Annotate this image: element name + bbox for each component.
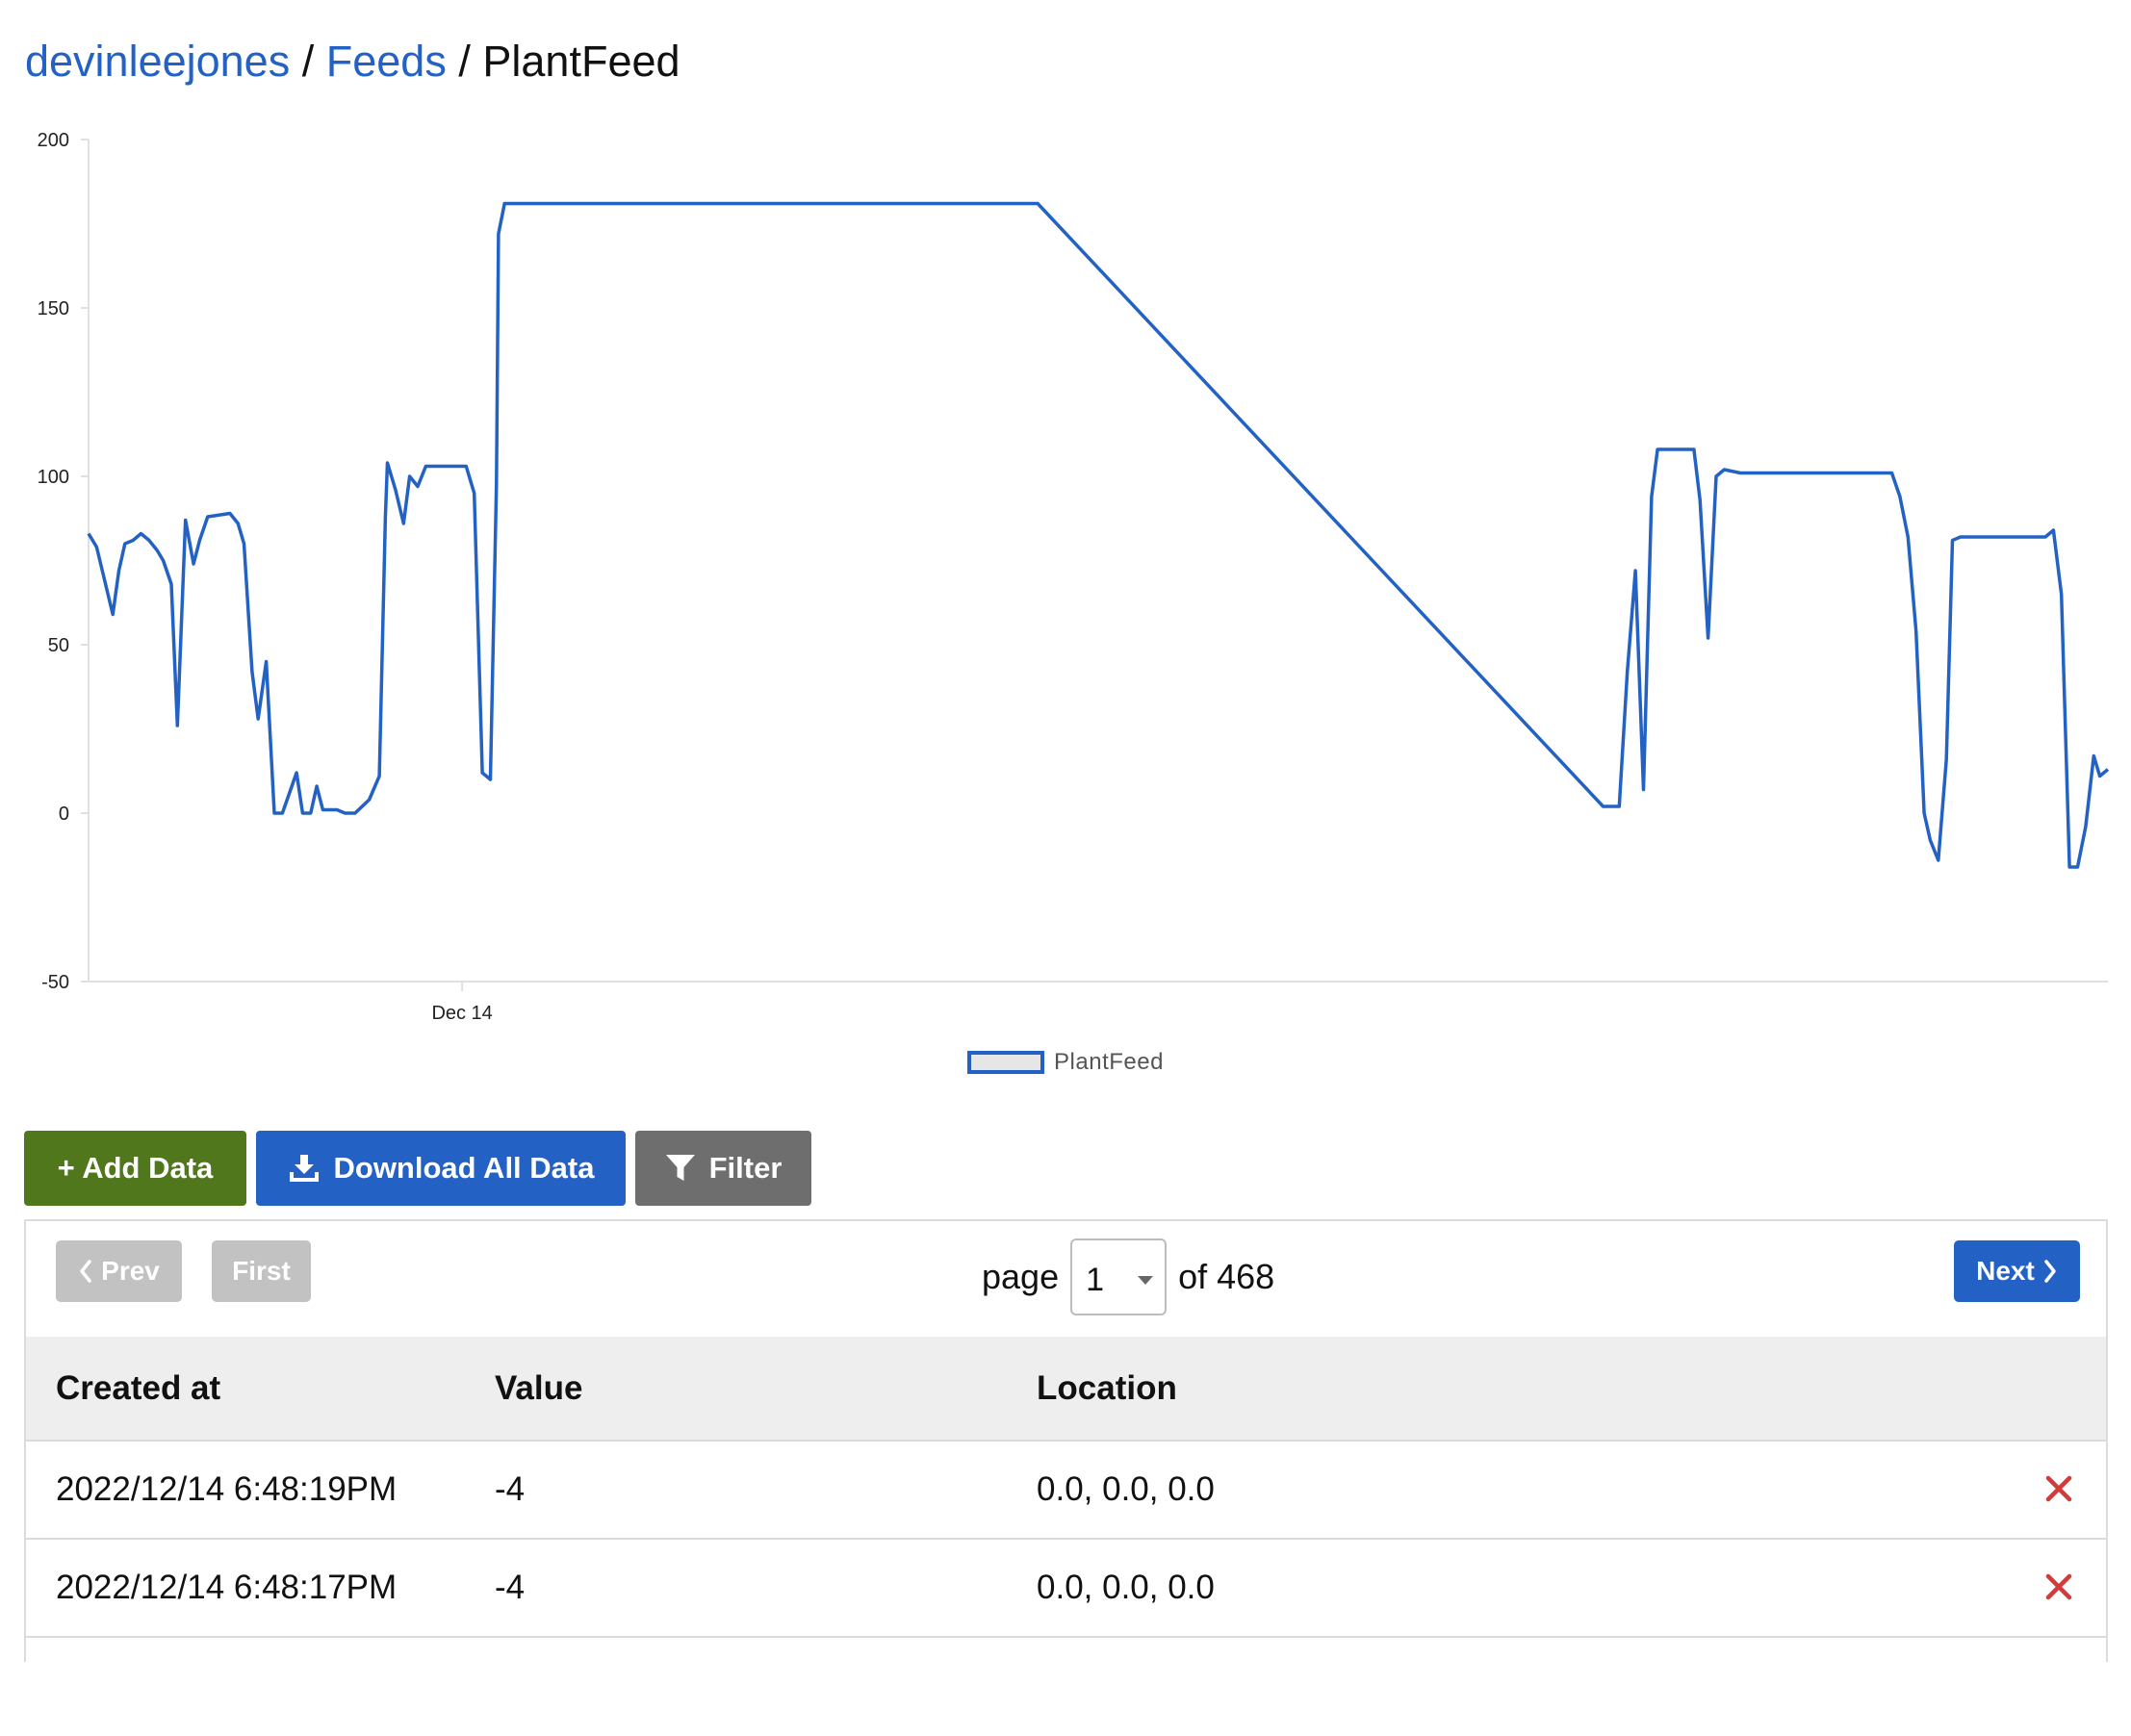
series-line-plantfeed — [87, 201, 2110, 869]
download-all-data-label: Download All Data — [333, 1151, 595, 1185]
breadcrumb-user-link[interactable]: devinleejones — [25, 37, 290, 86]
breadcrumb: devinleejones / Feeds / PlantFeed — [25, 33, 680, 90]
cell-value: -4 — [495, 1569, 526, 1606]
cell-created-at: 2022/12/14 6:48:19PM — [56, 1470, 398, 1508]
cell-created-at: 2022/12/14 6:48:17PM — [56, 1569, 398, 1606]
filter-icon — [665, 1155, 695, 1181]
y-tick-label: 200 — [38, 130, 69, 151]
page-select[interactable]: 1 — [1070, 1238, 1168, 1315]
prev-page-button[interactable]: Prev — [56, 1240, 182, 1302]
page-select-value: 1 — [1086, 1261, 1105, 1298]
column-header-created-at[interactable]: Created at — [56, 1337, 220, 1440]
column-header-location[interactable]: Location — [1037, 1337, 1177, 1440]
y-tick-label: -50 — [41, 972, 69, 993]
y-tick-label: 50 — [48, 635, 69, 656]
next-page-button[interactable]: Next — [1954, 1240, 2080, 1302]
table-header: Created at Value Location — [26, 1337, 2106, 1442]
delete-row-icon[interactable] — [2044, 1474, 2073, 1503]
delete-row-icon[interactable] — [2044, 1572, 2073, 1601]
download-all-data-button[interactable]: Download All Data — [256, 1131, 626, 1206]
table-row — [26, 1638, 2106, 1736]
filter-button[interactable]: Filter — [635, 1131, 811, 1206]
breadcrumb-separator: / — [458, 37, 471, 86]
breadcrumb-separator: / — [301, 37, 315, 86]
page-title: PlantFeed — [482, 37, 680, 86]
filter-label: Filter — [708, 1151, 783, 1185]
chart-legend[interactable]: PlantFeed — [0, 1045, 2131, 1080]
breadcrumb-feeds-link[interactable]: Feeds — [326, 37, 447, 86]
page-label: page — [982, 1257, 1060, 1296]
add-data-label: + Add Data — [57, 1151, 214, 1185]
data-table-panel: Prev First page 1 of 468 Next Created at… — [24, 1219, 2108, 1662]
table-row: 2022/12/14 6:48:19PM -4 0.0, 0.0, 0.0 — [26, 1442, 2106, 1540]
download-icon — [289, 1155, 319, 1182]
chevron-left-icon — [80, 1260, 91, 1283]
x-tick-label: Dec 14 — [431, 1003, 492, 1024]
page-count: of 468 — [1178, 1257, 1275, 1296]
cell-value: -4 — [495, 1470, 526, 1508]
legend-label[interactable]: PlantFeed — [1054, 1049, 1164, 1076]
chevron-right-icon — [2044, 1260, 2056, 1283]
feed-toolbar: + Add Data Download All Data Filter — [24, 1131, 811, 1206]
cell-location: 0.0, 0.0, 0.0 — [1037, 1470, 1215, 1508]
legend-swatch[interactable] — [967, 1051, 1045, 1074]
table-row: 2022/12/14 6:48:17PM -4 0.0, 0.0, 0.0 — [26, 1540, 2106, 1638]
page-selector-group: page 1 of 468 — [982, 1238, 1274, 1315]
y-tick-label: 0 — [59, 804, 69, 825]
y-tick-label: 150 — [38, 298, 69, 319]
caret-down-icon — [1138, 1275, 1154, 1285]
first-page-button[interactable]: First — [212, 1240, 311, 1302]
first-page-label: First — [232, 1256, 291, 1286]
next-page-label: Next — [1976, 1256, 2035, 1286]
column-header-value[interactable]: Value — [495, 1337, 582, 1440]
add-data-button[interactable]: + Add Data — [24, 1131, 246, 1206]
line-chart: 200 150 100 50 0 -50 Dec 14 — [38, 130, 2110, 1024]
cell-location: 0.0, 0.0, 0.0 — [1037, 1569, 1215, 1606]
y-tick-label: 100 — [38, 467, 69, 488]
prev-page-label: Prev — [101, 1256, 160, 1286]
